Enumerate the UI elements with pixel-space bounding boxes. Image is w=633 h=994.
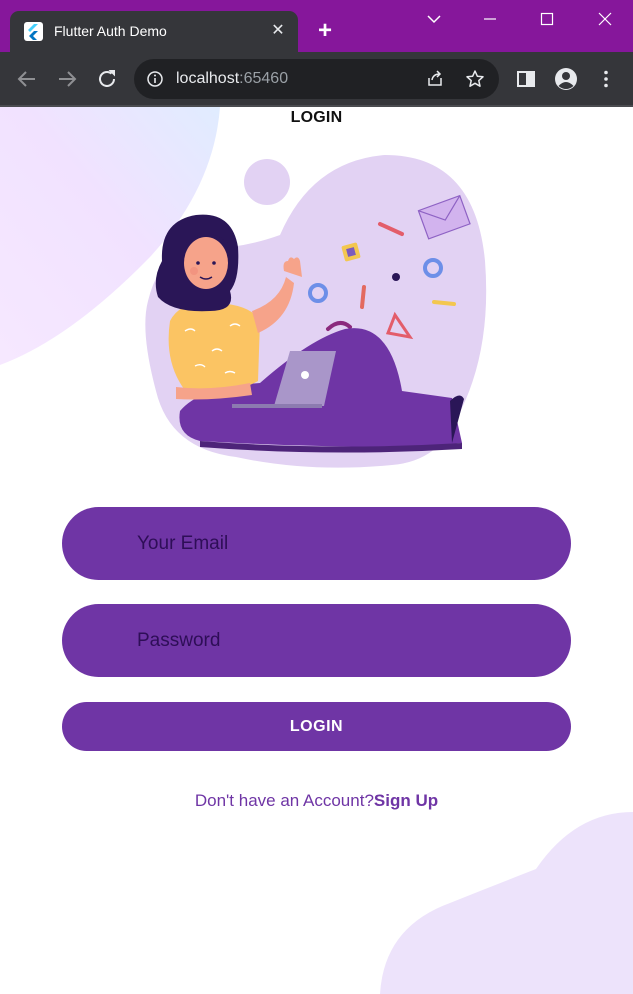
- signup-prompt-row: Don't have an Account?Sign Up: [0, 791, 633, 811]
- chevron-down-icon[interactable]: [421, 6, 447, 32]
- login-illustration: [145, 155, 487, 468]
- side-panel-icon[interactable]: [512, 65, 540, 93]
- email-field[interactable]: [62, 507, 571, 580]
- app-viewport: LOGIN Your Email LOGIN Don't have an Acc…: [0, 107, 633, 994]
- address-bar[interactable]: localhost:65460: [134, 59, 499, 99]
- signup-link[interactable]: Sign Up: [374, 791, 438, 810]
- back-icon[interactable]: [13, 65, 41, 93]
- profile-icon[interactable]: [552, 65, 580, 93]
- flutter-icon: [24, 22, 43, 41]
- tab-strip: Flutter Auth Demo ✕ +: [0, 0, 633, 52]
- browser-toolbar: localhost:65460: [0, 52, 633, 105]
- menu-icon[interactable]: [592, 65, 620, 93]
- tab-title: Flutter Auth Demo: [54, 23, 167, 39]
- share-icon[interactable]: [425, 69, 445, 89]
- browser-tab[interactable]: Flutter Auth Demo ✕: [10, 11, 298, 52]
- maximize-icon[interactable]: [534, 6, 560, 32]
- url-port: :65460: [239, 70, 289, 87]
- signup-prompt-text: Don't have an Account?: [194, 791, 374, 810]
- tab-close-icon[interactable]: ✕: [267, 20, 289, 42]
- minimize-icon[interactable]: [477, 6, 503, 32]
- new-tab-icon[interactable]: +: [312, 17, 338, 45]
- close-window-icon[interactable]: [592, 6, 618, 32]
- url-text: localhost:65460: [176, 70, 288, 88]
- site-info-icon[interactable]: [146, 70, 164, 88]
- reload-icon[interactable]: [93, 65, 121, 93]
- login-button[interactable]: LOGIN: [62, 702, 571, 751]
- email-input[interactable]: [137, 507, 547, 580]
- star-icon[interactable]: [465, 69, 485, 89]
- page-title: LOGIN: [290, 109, 343, 126]
- forward-icon[interactable]: [53, 65, 81, 93]
- password-field[interactable]: [62, 604, 571, 677]
- password-input[interactable]: [137, 604, 547, 677]
- url-host: localhost: [176, 70, 240, 87]
